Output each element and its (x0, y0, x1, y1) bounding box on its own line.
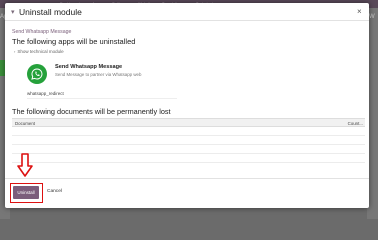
app-technical-name: whatsapp_redirect (27, 91, 64, 96)
app-card: Send Whatsapp Message Send Message to pa… (27, 61, 177, 103)
table-row (12, 145, 365, 154)
highlight-box (10, 183, 43, 203)
cancel-button[interactable]: Cancel (47, 189, 62, 194)
whatsapp-icon (27, 64, 47, 84)
dialog-title: Uninstall module (19, 7, 82, 17)
module-label: Send Whatsapp Message (12, 29, 72, 35)
apps-heading: The following apps will be uninstalled (12, 37, 136, 46)
uninstall-dialog: ▾ Uninstall module × Send Whatsapp Messa… (5, 3, 369, 208)
down-arrow-icon (17, 153, 33, 177)
dialog-header: ▾ Uninstall module × (5, 3, 369, 21)
app-description: Send Message to partner via Whatsapp web (55, 72, 142, 77)
show-technical-module-toggle[interactable]: › Show technical module (14, 49, 64, 54)
app-name: Send Whatsapp Message (55, 64, 123, 70)
divider (27, 98, 177, 99)
column-header-document[interactable]: Document (15, 121, 35, 126)
documents-table: Document Count... (12, 118, 365, 163)
table-row (12, 154, 365, 163)
column-header-count[interactable]: Count... (348, 121, 363, 126)
table-header: Document Count... (12, 118, 365, 127)
table-row (12, 136, 365, 145)
show-technical-module-label: Show technical module (17, 49, 64, 54)
close-icon[interactable]: × (357, 7, 362, 16)
table-row (12, 127, 365, 136)
chevron-right-icon: › (14, 49, 16, 54)
background-right-label: W (369, 14, 375, 20)
footer-divider (5, 178, 369, 179)
caret-icon: ▾ (11, 9, 15, 16)
documents-heading: The following documents will be permanen… (12, 107, 171, 116)
whatsapp-glyph (31, 68, 43, 80)
